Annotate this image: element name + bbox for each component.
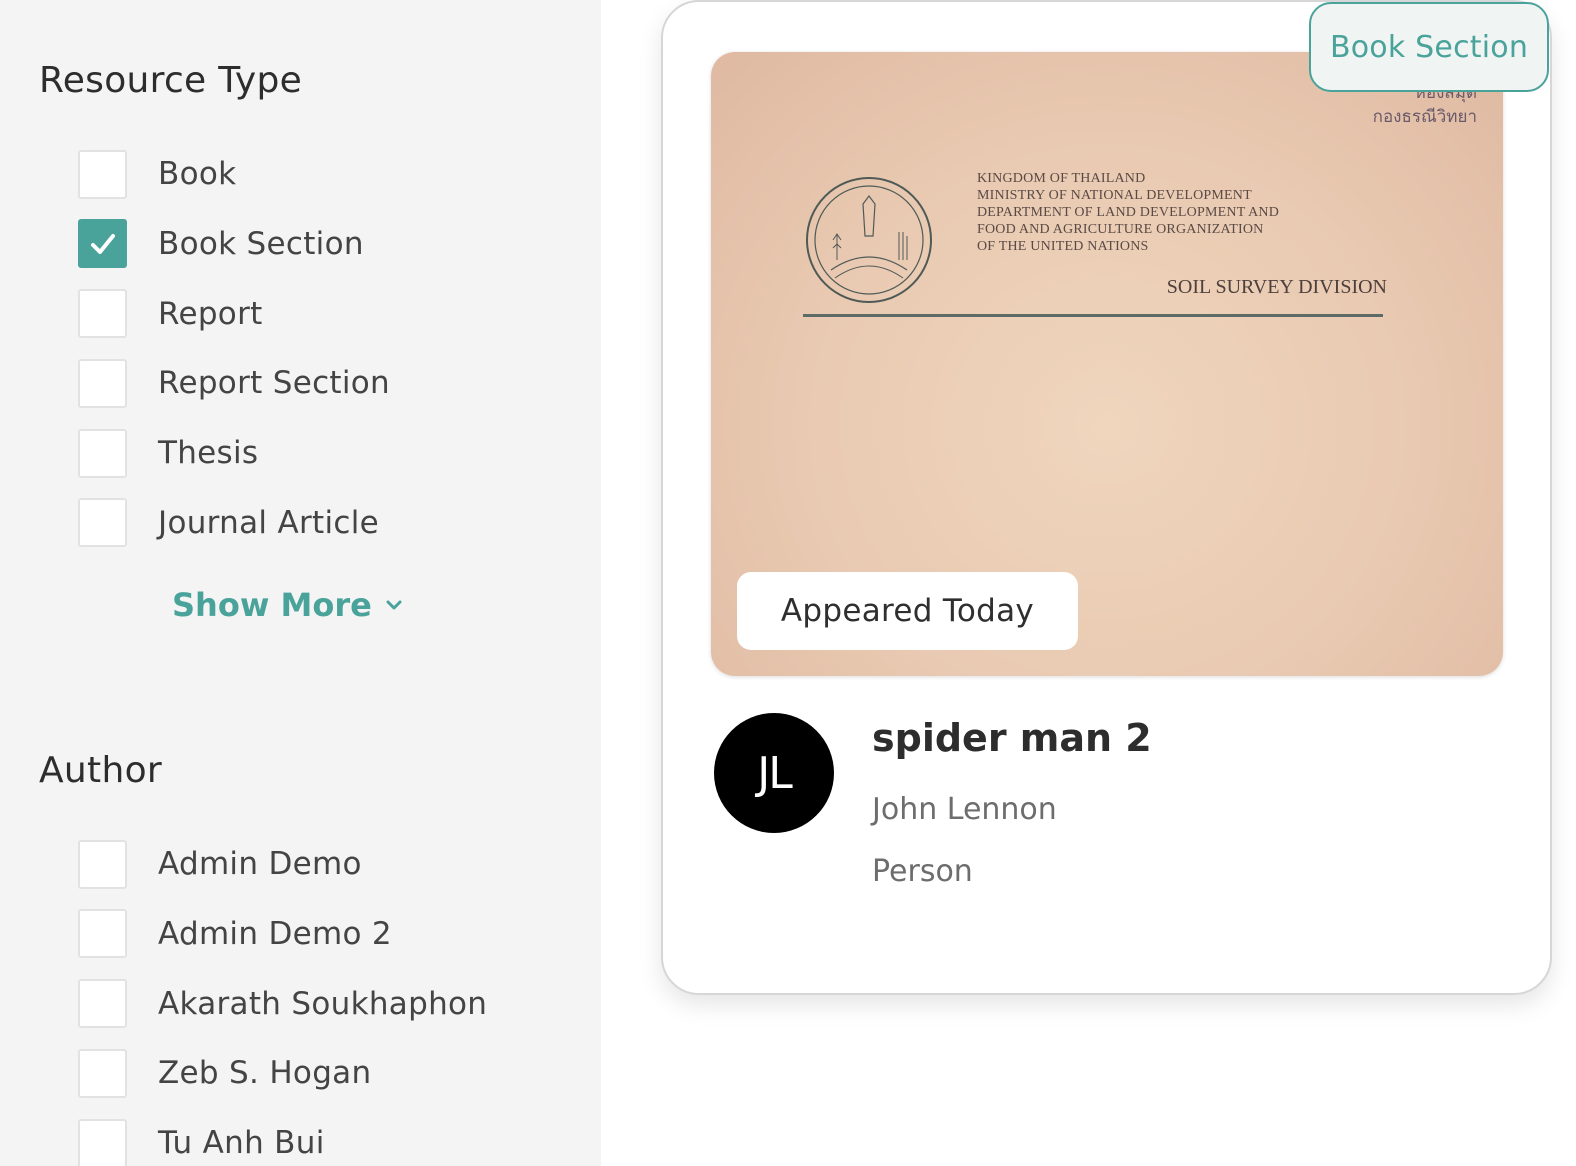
filter-sidebar: Resource Type Book Book Section Report R… — [0, 0, 601, 1166]
result-card[interactable]: ห้องสมุด กองธรณีวิทยา KINGDOM OF THAILAN… — [661, 0, 1552, 995]
cover-heading-line: KINGDOM OF THAILAND — [977, 171, 1146, 186]
facet-item-admin-demo-2[interactable]: Admin Demo 2 — [78, 909, 487, 959]
author-list: Admin Demo Admin Demo 2 Akarath Soukhaph… — [78, 839, 487, 1166]
facet-item-book[interactable]: Book — [78, 149, 390, 199]
facet-item-report-section[interactable]: Report Section — [78, 358, 390, 408]
cover-heading-line: OF THE UNITED NATIONS — [977, 239, 1149, 254]
facet-label: Akarath Soukhaphon — [158, 985, 488, 1022]
akarath-soukhaphon-checkbox[interactable] — [78, 979, 127, 1029]
zeb-s-hogan-checkbox[interactable] — [78, 1048, 127, 1098]
item-role: Person — [872, 854, 973, 889]
item-author[interactable]: John Lennon — [872, 792, 1057, 827]
facet-item-akarath-soukhaphon[interactable]: Akarath Soukhaphon — [78, 979, 487, 1029]
cover-divider — [803, 314, 1383, 317]
facet-item-zeb-s-hogan[interactable]: Zeb S. Hogan — [78, 1048, 487, 1098]
facet-label: Tu Anh Bui — [158, 1125, 325, 1162]
facet-label: Book — [158, 156, 237, 192]
cover-image[interactable]: ห้องสมุด กองธรณีวิทยา KINGDOM OF THAILAN… — [711, 52, 1503, 676]
report-section-checkbox[interactable] — [78, 358, 127, 408]
cover-division: SOIL SURVEY DIVISION — [1166, 276, 1387, 298]
resource-type-heading: Resource Type — [39, 60, 303, 101]
facet-label: Report — [158, 295, 263, 332]
avatar[interactable]: JL — [714, 713, 834, 833]
facet-label: Journal Article — [158, 504, 380, 541]
author-heading: Author — [39, 750, 163, 791]
admin-demo-2-checkbox[interactable] — [78, 909, 127, 959]
item-title[interactable]: spider man 2 — [872, 716, 1152, 760]
thesis-checkbox[interactable] — [78, 428, 127, 478]
report-checkbox[interactable] — [78, 289, 127, 339]
chevron-down-icon — [386, 600, 402, 610]
journal-article-checkbox[interactable] — [78, 498, 127, 548]
cover-heading-line: FOOD AND AGRICULTURE ORGANIZATION — [977, 222, 1264, 237]
facet-item-admin-demo[interactable]: Admin Demo — [78, 839, 487, 889]
facet-item-thesis[interactable]: Thesis — [78, 428, 390, 478]
cover-heading-line: MINISTRY OF NATIONAL DEVELOPMENT — [977, 188, 1252, 203]
resource-type-badge: Book Section — [1309, 2, 1549, 92]
cover-heading-line: DEPARTMENT OF LAND DEVELOPMENT AND — [977, 205, 1280, 220]
cover-heading: KINGDOM OF THAILAND MINISTRY OF NATIONAL… — [977, 170, 1279, 255]
facet-label: Admin Demo 2 — [158, 915, 392, 952]
facet-item-book-section[interactable]: Book Section — [78, 219, 390, 269]
facet-item-report[interactable]: Report — [78, 289, 390, 339]
stamp-line: กองธรณีวิทยา — [1372, 106, 1477, 127]
book-section-checkbox[interactable] — [78, 219, 127, 269]
admin-demo-checkbox[interactable] — [78, 839, 127, 889]
show-more-label: Show More — [172, 586, 372, 624]
show-more-button[interactable]: Show More — [172, 586, 402, 624]
appeared-today-badge: Appeared Today — [737, 572, 1078, 650]
facet-label: Book Section — [158, 225, 364, 262]
checkmark-icon — [90, 233, 115, 254]
resource-type-list: Book Book Section Report Report Section … — [78, 149, 390, 568]
facet-item-tu-anh-bui[interactable]: Tu Anh Bui — [78, 1118, 487, 1166]
seal-icon — [806, 177, 932, 303]
facet-label: Report Section — [158, 365, 390, 402]
facet-label: Zeb S. Hogan — [158, 1055, 372, 1092]
facet-item-journal-article[interactable]: Journal Article — [78, 498, 390, 548]
facet-label: Thesis — [158, 435, 259, 472]
facet-label: Admin Demo — [158, 846, 362, 882]
book-checkbox[interactable] — [78, 149, 127, 199]
tu-anh-bui-checkbox[interactable] — [78, 1118, 127, 1166]
